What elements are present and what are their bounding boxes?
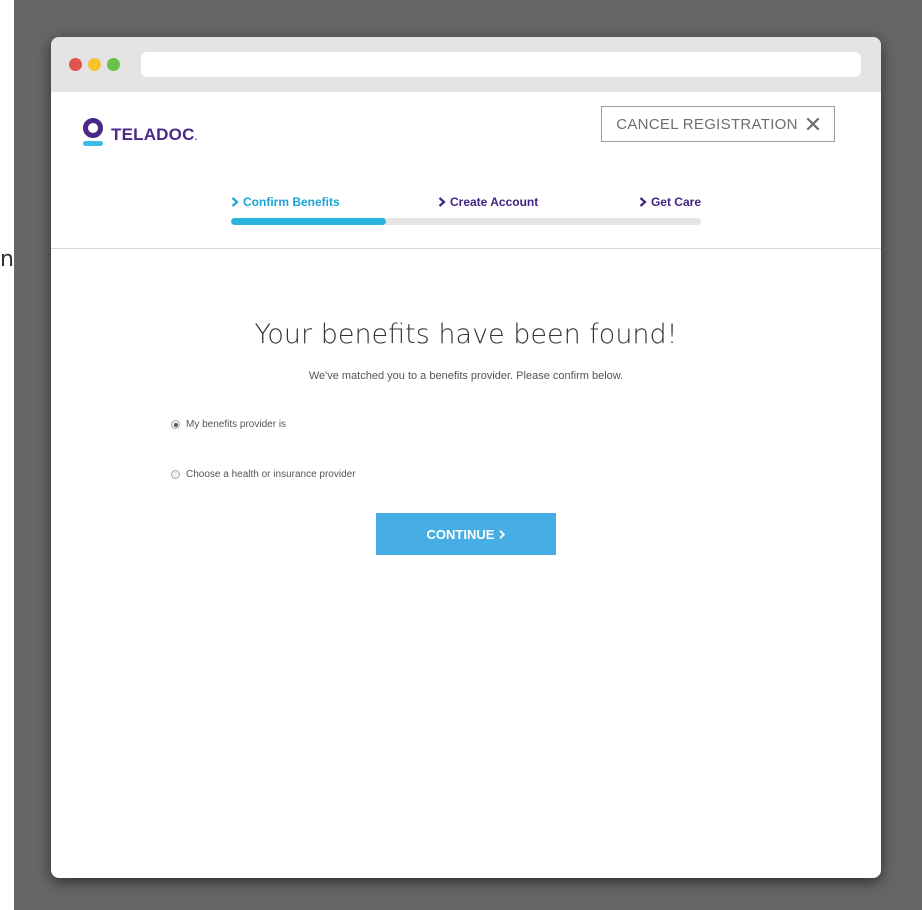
browser-window: TELADOC. CANCEL REGISTRATION Confirm Ben… xyxy=(51,37,881,878)
cancel-registration-button[interactable]: CANCEL REGISTRATION xyxy=(601,106,835,142)
step-label: Get Care xyxy=(650,195,701,209)
chevron-right-icon xyxy=(639,197,647,207)
option-choose-provider[interactable]: Choose a health or insurance provider xyxy=(171,469,356,480)
page-subtitle: We've matched you to a benefits provider… xyxy=(308,370,624,382)
option-my-benefits-provider[interactable]: My benefits provider is xyxy=(171,419,286,430)
continue-label: CONTINUE xyxy=(426,526,495,542)
cancel-registration-label: CANCEL REGISTRATION xyxy=(616,115,798,133)
progress-bar-fill xyxy=(231,218,387,225)
progress-bar xyxy=(231,218,701,225)
window-minimize-dot[interactable] xyxy=(88,58,101,71)
browser-chrome xyxy=(51,37,881,92)
teladoc-logo-icon xyxy=(83,118,103,146)
chevron-right-icon xyxy=(438,197,446,207)
step-get-care: Get Care xyxy=(639,195,701,209)
radio-button-checked[interactable] xyxy=(171,420,180,429)
option-label: Choose a health or insurance provider xyxy=(186,469,356,480)
logo-text: TELADOC. xyxy=(111,125,198,144)
background-stray-text: n xyxy=(0,247,14,272)
window-close-dot[interactable] xyxy=(69,58,82,71)
radio-button[interactable] xyxy=(171,470,180,479)
option-label: My benefits provider is xyxy=(186,419,287,430)
step-confirm-benefits: Confirm Benefits xyxy=(231,195,340,209)
chevron-right-icon xyxy=(499,529,506,539)
address-bar[interactable] xyxy=(141,52,861,77)
step-label: Confirm Benefits xyxy=(243,195,340,209)
window-maximize-dot[interactable] xyxy=(107,58,120,71)
continue-button[interactable]: CONTINUE xyxy=(376,513,556,555)
page-header: TELADOC. CANCEL REGISTRATION Confirm Ben… xyxy=(51,92,881,249)
step-create-account: Create Account xyxy=(438,195,538,209)
step-label: Create Account xyxy=(450,195,539,209)
progress-steps: Confirm Benefits Create Account Get Care xyxy=(231,195,701,225)
close-icon xyxy=(806,117,819,131)
page-title: Your benefits have been found! xyxy=(254,319,678,350)
header-divider xyxy=(51,248,881,249)
chevron-right-icon xyxy=(231,197,239,207)
